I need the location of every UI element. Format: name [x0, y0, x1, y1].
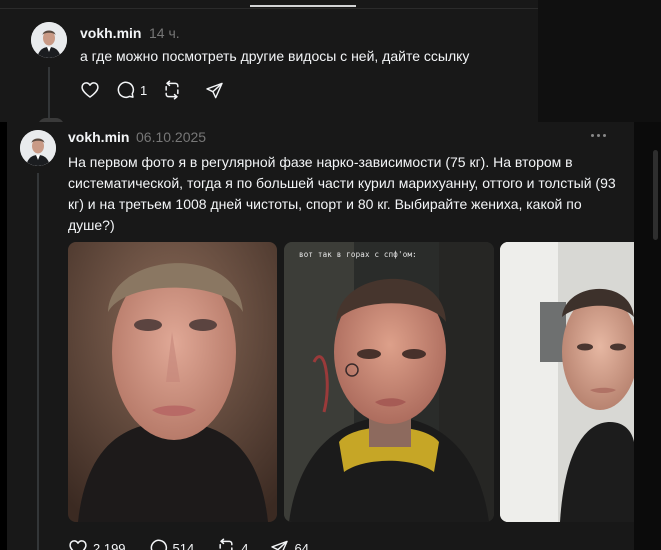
reply-text: а где можно посмотреть другие видосы с н…	[80, 48, 470, 64]
avatar[interactable]	[20, 130, 56, 166]
action-bar: 1	[80, 80, 224, 100]
repost-count: 4	[241, 540, 249, 550]
photo-3[interactable]	[500, 242, 634, 522]
like-button[interactable]: 2 199	[68, 538, 126, 550]
share-button[interactable]	[205, 81, 224, 100]
share-count: 64	[294, 540, 309, 550]
action-bar: 2 199 514 4 64	[68, 538, 309, 550]
avatar[interactable]	[31, 22, 67, 58]
repost-icon	[219, 538, 233, 550]
reply-count: 514	[172, 540, 195, 550]
repost-button[interactable]: 4	[216, 538, 248, 550]
timestamp[interactable]: 14 ч.	[149, 25, 180, 41]
thread-line	[48, 67, 50, 122]
reply-count: 1	[140, 82, 148, 98]
side-panel	[538, 0, 661, 122]
photo-1[interactable]	[68, 242, 277, 522]
repost-icon	[165, 80, 179, 100]
reply-button[interactable]: 514	[148, 538, 195, 550]
comment-icon	[150, 539, 167, 550]
share-icon	[206, 82, 223, 98]
username[interactable]: vokh.min	[68, 129, 129, 145]
heart-icon	[69, 540, 87, 550]
timestamp[interactable]: 06.10.2025	[136, 129, 206, 145]
share-button[interactable]: 64	[270, 539, 309, 550]
reply-button[interactable]: 1	[115, 80, 147, 100]
username[interactable]: vokh.min	[80, 25, 141, 41]
repost-button[interactable]	[162, 80, 182, 100]
divider	[0, 8, 538, 9]
photo-caption: вот так в горах с спф'ом:	[299, 250, 417, 259]
thread-line	[37, 173, 39, 550]
post-text: На первом фото я в регулярной фазе нарко…	[68, 154, 616, 233]
like-button[interactable]	[80, 80, 100, 100]
like-count: 2 199	[93, 540, 126, 550]
share-icon	[271, 540, 289, 550]
comment-icon	[117, 81, 135, 99]
more-icon[interactable]	[591, 128, 609, 142]
heart-icon	[81, 82, 99, 98]
scrollbar[interactable]	[653, 150, 658, 240]
tab-indicator	[250, 5, 356, 7]
photo-2[interactable]: вот так в горах с спф'ом:	[284, 242, 494, 522]
